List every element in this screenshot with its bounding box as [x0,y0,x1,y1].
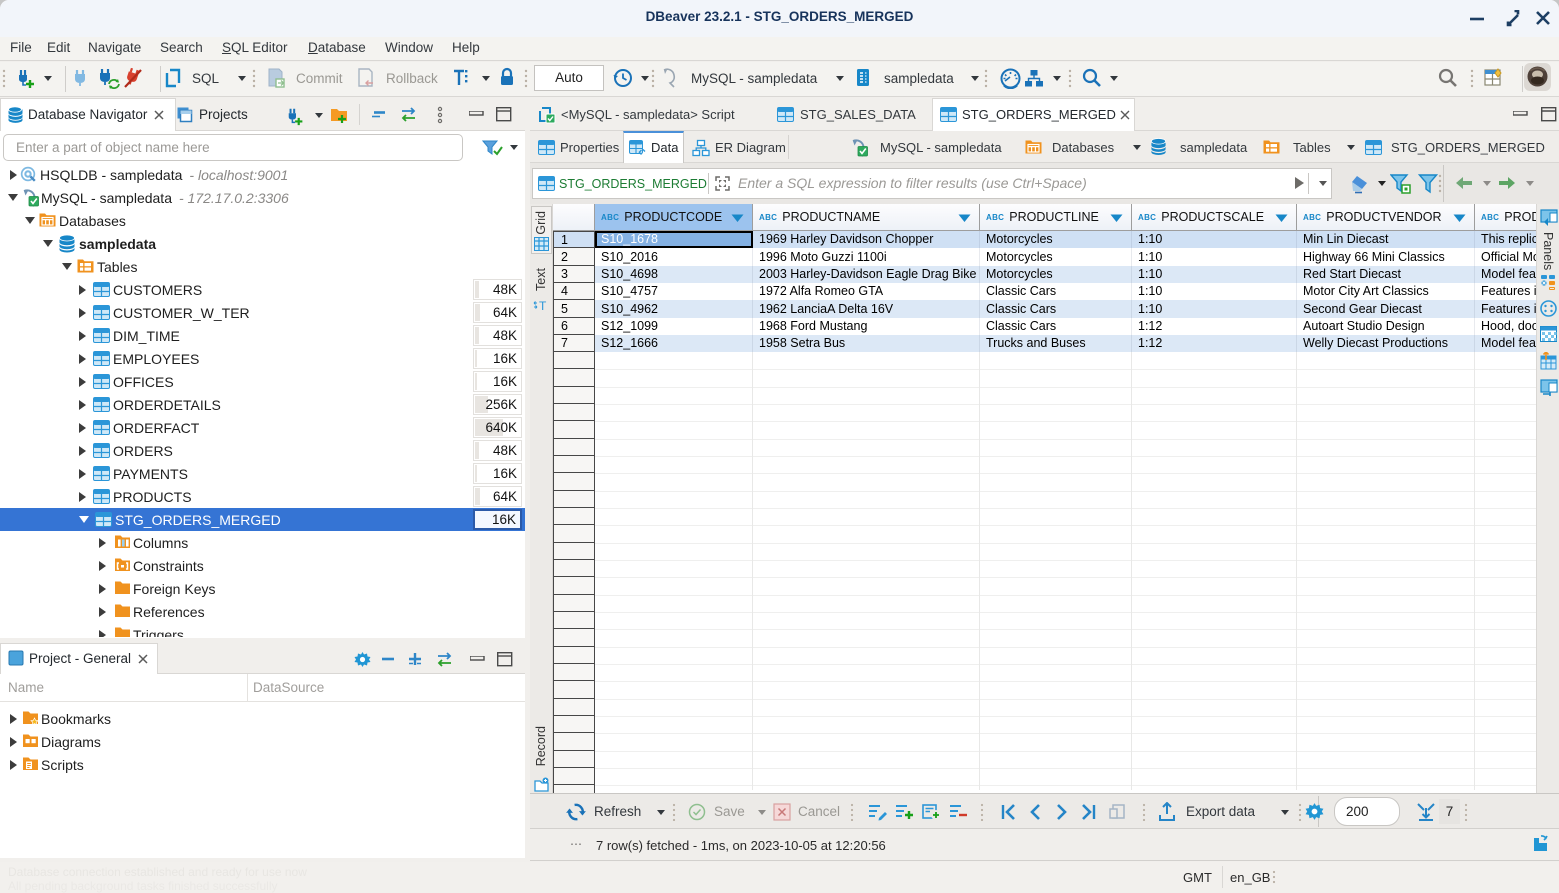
svg-text:T: T [539,299,547,313]
